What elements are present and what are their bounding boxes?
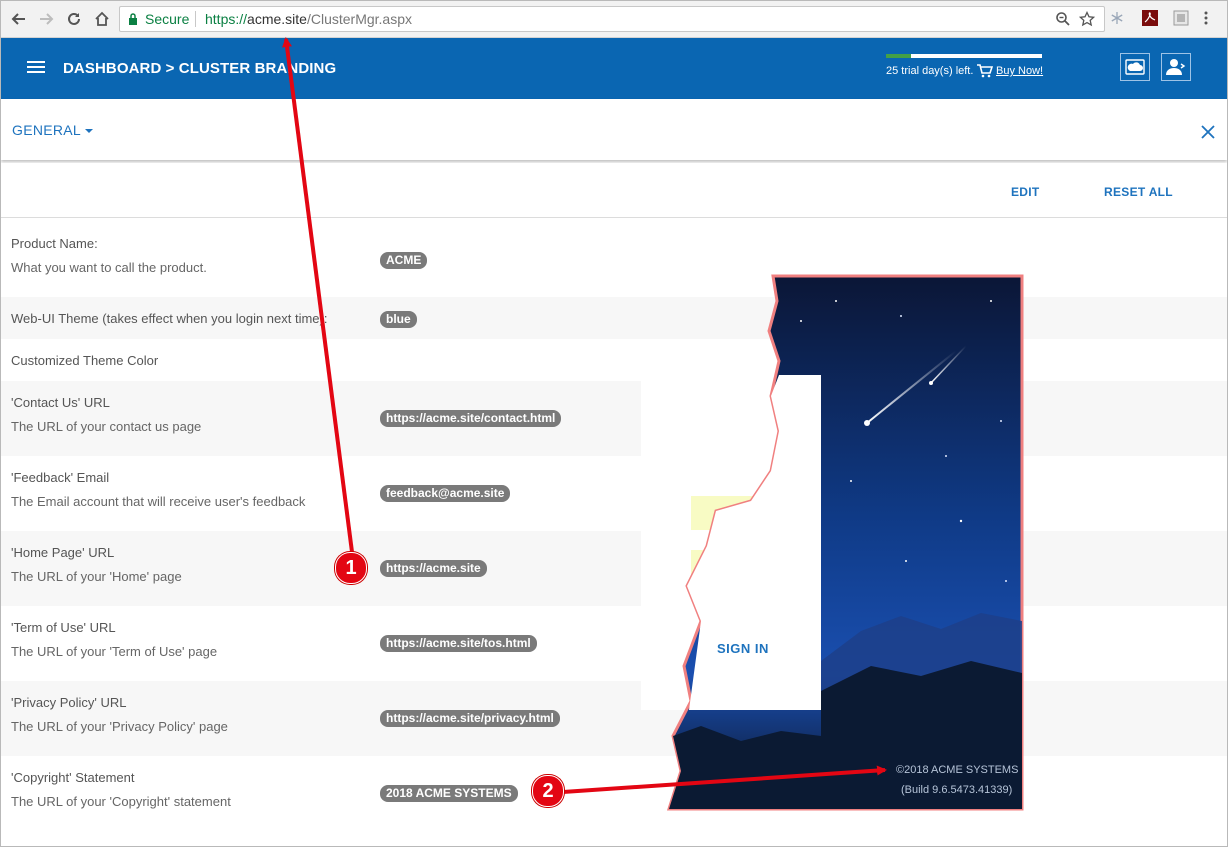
annotation-arrows (282, 37, 887, 794)
screenshot-frame: Secure https://acme.site/ClusterMgr.aspx… (0, 0, 1228, 847)
annotation-marker-1: 1 (335, 552, 367, 584)
annotation-marker-2: 2 (532, 775, 564, 807)
arrow-to-url (282, 37, 354, 553)
arrow-to-copyright (562, 765, 887, 794)
